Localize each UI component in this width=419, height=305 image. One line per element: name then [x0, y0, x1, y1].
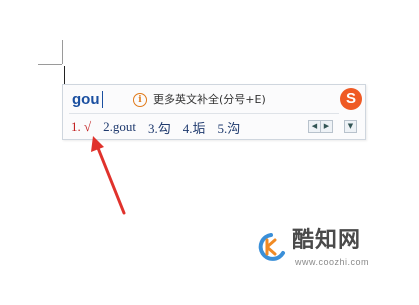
watermark-title: 酷知网 — [292, 228, 362, 253]
page-margin-vertical-mark — [62, 40, 63, 64]
ime-divider — [69, 113, 339, 114]
candidate-2[interactable]: 2.gout — [103, 119, 136, 135]
info-icon: i — [133, 93, 147, 107]
ime-caret — [102, 91, 103, 108]
coozhi-logo-icon — [258, 233, 285, 261]
candidate-1[interactable]: 1. √ — [71, 119, 91, 135]
candidate-3[interactable]: 3.勾 — [148, 118, 171, 137]
ime-menu-button[interactable]: ▼ — [344, 120, 357, 133]
ime-hint-text: 更多英文补全(分号+E) — [153, 93, 266, 106]
ime-hint[interactable]: i 更多英文补全(分号+E) — [133, 91, 266, 109]
watermark-url: www.coozhi.com — [295, 257, 370, 267]
page-margin-horizontal-mark — [38, 64, 62, 65]
ime-composition-text: gou — [72, 91, 100, 108]
page-next-button[interactable]: ▶ — [321, 120, 333, 133]
document-text-cursor — [64, 66, 65, 85]
page-prev-button[interactable]: ◀ — [308, 120, 321, 133]
candidate-4[interactable]: 4.垢 — [183, 118, 206, 137]
ime-candidate-list: 1. √ 2.gout 3.勾 4.垢 5.沟 — [71, 117, 252, 137]
page-buttons: ◀ ▶ — [308, 120, 333, 133]
candidate-5[interactable]: 5.沟 — [218, 118, 241, 137]
sogou-logo-icon[interactable] — [340, 88, 362, 110]
ime-candidate-window: gou i 更多英文补全(分号+E) 1. √ 2.gout 3.勾 4.垢 5… — [62, 84, 366, 140]
